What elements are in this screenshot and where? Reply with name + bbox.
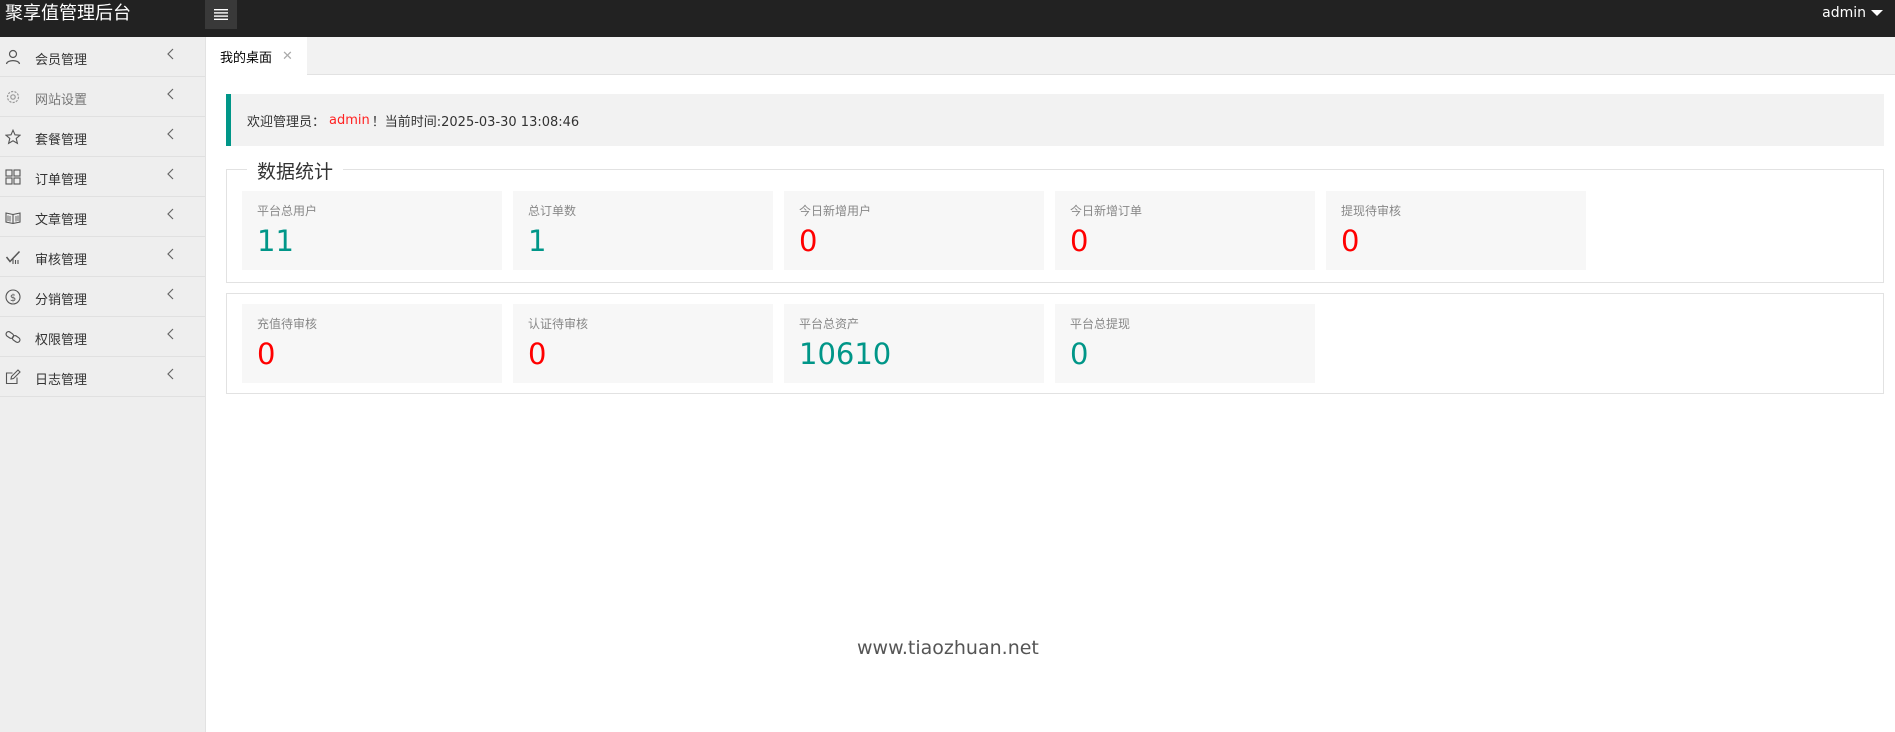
stats-panel-secondary: 充值待审核 0 认证待审核 0 平台总资产 10610 平台总提现 0 bbox=[226, 293, 1884, 394]
stat-card-total-withdrawals: 平台总提现 0 bbox=[1055, 304, 1315, 383]
stat-value: 0 bbox=[257, 337, 276, 371]
sidebar: 会员管理 网站设置 套餐管理 订单管理 文章管理 审核管理 $ 分销管理 权限管… bbox=[0, 37, 206, 732]
chevron-left-icon bbox=[167, 128, 174, 140]
stat-card-total-orders: 总订单数 1 bbox=[513, 191, 773, 270]
stat-card-total-users: 平台总用户 11 bbox=[242, 191, 502, 270]
sidebar-item-distribution[interactable]: $ 分销管理 bbox=[0, 277, 205, 317]
star-icon bbox=[5, 129, 21, 145]
chevron-left-icon bbox=[167, 168, 174, 180]
welcome-time: ！当前时间:2025-03-30 13:08:46 bbox=[371, 114, 580, 130]
stat-value: 1 bbox=[528, 224, 547, 258]
sidebar-item-label: 日志管理 bbox=[35, 373, 88, 388]
svg-text:$: $ bbox=[10, 293, 16, 304]
tab-label: 我的桌面 bbox=[220, 50, 273, 66]
sidebar-item-packages[interactable]: 套餐管理 bbox=[0, 117, 205, 157]
close-icon[interactable]: ✕ bbox=[282, 49, 293, 64]
chevron-left-icon bbox=[167, 368, 174, 380]
stat-title: 充值待审核 bbox=[257, 317, 318, 331]
stat-value: 0 bbox=[528, 337, 547, 371]
user-name: admin bbox=[1822, 5, 1866, 21]
watermark-text: www.tiaozhuan.net bbox=[857, 637, 1039, 659]
edit-icon bbox=[5, 369, 21, 385]
stats-panel: 数据统计 平台总用户 11 总订单数 1 今日新增用户 0 今日新增订单 0 提… bbox=[226, 157, 1884, 283]
sidebar-item-articles[interactable]: 文章管理 bbox=[0, 197, 205, 237]
sidebar-item-label: 订单管理 bbox=[35, 173, 88, 188]
stat-card-new-orders-today: 今日新增订单 0 bbox=[1055, 191, 1315, 270]
chevron-left-icon bbox=[167, 208, 174, 220]
stat-card-total-assets: 平台总资产 10610 bbox=[784, 304, 1044, 383]
stat-card-verification-pending: 认证待审核 0 bbox=[513, 304, 773, 383]
user-icon bbox=[5, 49, 21, 65]
stats-legend: 数据统计 bbox=[247, 157, 344, 184]
stat-title: 平台总资产 bbox=[799, 317, 860, 331]
sidebar-item-orders[interactable]: 订单管理 bbox=[0, 157, 205, 197]
sidebar-item-logs[interactable]: 日志管理 bbox=[0, 357, 205, 397]
top-navbar: 聚享值管理后台 admin bbox=[0, 0, 1895, 37]
hamburger-icon bbox=[214, 9, 228, 20]
tab-bar: 我的桌面 ✕ bbox=[206, 37, 1895, 75]
sidebar-item-members[interactable]: 会员管理 bbox=[0, 37, 205, 77]
stat-title: 平台总提现 bbox=[1070, 317, 1131, 331]
stat-value: 11 bbox=[257, 224, 294, 258]
tab-my-desktop[interactable]: 我的桌面 ✕ bbox=[206, 37, 307, 75]
stat-title: 今日新增用户 bbox=[799, 204, 872, 218]
user-menu[interactable]: admin bbox=[1822, 5, 1883, 21]
stat-card-withdraw-pending: 提现待审核 0 bbox=[1326, 191, 1586, 270]
link-icon bbox=[5, 331, 21, 343]
gear-icon bbox=[6, 90, 20, 104]
chevron-left-icon bbox=[167, 288, 174, 300]
welcome-banner: 欢迎管理员： admin ！当前时间:2025-03-30 13:08:46 bbox=[226, 94, 1884, 146]
sidebar-item-label: 套餐管理 bbox=[35, 133, 88, 148]
welcome-username: admin bbox=[329, 112, 370, 128]
stat-value: 0 bbox=[799, 224, 818, 258]
sidebar-item-permissions[interactable]: 权限管理 bbox=[0, 317, 205, 357]
book-icon bbox=[5, 212, 21, 225]
stat-card-recharge-pending: 充值待审核 0 bbox=[242, 304, 502, 383]
sidebar-item-label: 审核管理 bbox=[35, 253, 88, 268]
menu-toggle-button[interactable] bbox=[205, 0, 237, 29]
chevron-left-icon bbox=[167, 48, 174, 60]
stat-value: 0 bbox=[1070, 337, 1089, 371]
stat-value: 10610 bbox=[799, 337, 892, 371]
stat-value: 0 bbox=[1341, 224, 1360, 258]
dollar-icon: $ bbox=[5, 289, 21, 305]
sidebar-item-label: 会员管理 bbox=[35, 53, 88, 68]
chevron-left-icon bbox=[167, 328, 174, 340]
stat-title: 认证待审核 bbox=[528, 317, 589, 331]
sidebar-item-label: 网站设置 bbox=[35, 93, 88, 108]
chevron-left-icon bbox=[167, 248, 174, 260]
stat-title: 平台总用户 bbox=[257, 204, 318, 218]
stat-title: 总订单数 bbox=[528, 204, 577, 218]
caret-down-icon bbox=[1871, 10, 1883, 16]
stat-title: 今日新增订单 bbox=[1070, 204, 1143, 218]
check-icon bbox=[5, 250, 21, 264]
sidebar-item-review[interactable]: 审核管理 bbox=[0, 237, 205, 277]
stat-value: 0 bbox=[1070, 224, 1089, 258]
welcome-prefix: 欢迎管理员： bbox=[247, 114, 326, 130]
sidebar-item-site-settings[interactable]: 网站设置 bbox=[0, 77, 205, 117]
sidebar-item-label: 文章管理 bbox=[35, 213, 88, 228]
grid-icon bbox=[5, 169, 21, 185]
sidebar-item-label: 分销管理 bbox=[35, 293, 88, 308]
stat-title: 提现待审核 bbox=[1341, 204, 1402, 218]
stat-card-new-users-today: 今日新增用户 0 bbox=[784, 191, 1044, 270]
app-title: 聚享值管理后台 bbox=[5, 3, 131, 24]
chevron-left-icon bbox=[167, 88, 174, 100]
sidebar-item-label: 权限管理 bbox=[35, 333, 88, 348]
